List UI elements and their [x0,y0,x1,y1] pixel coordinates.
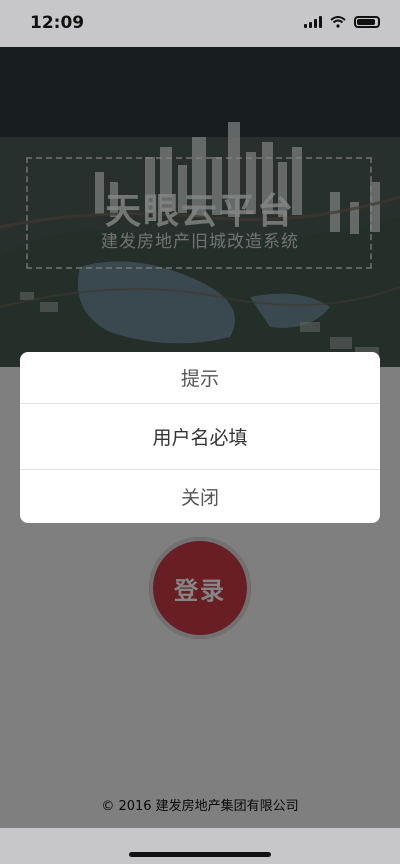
status-icons [304,16,380,28]
signal-icon [304,16,322,28]
status-bar: 12:09 [0,0,400,47]
dialog-title: 提示 [20,352,380,404]
home-bar [0,828,400,864]
status-time: 12:09 [30,13,85,33]
dialog-close-button[interactable]: 关闭 [20,470,380,523]
battery-icon [354,16,380,28]
home-indicator[interactable] [129,852,271,857]
alert-dialog: 提示 用户名必填 关闭 [20,352,380,523]
wifi-icon [330,16,346,28]
dialog-message: 用户名必填 [20,404,380,470]
